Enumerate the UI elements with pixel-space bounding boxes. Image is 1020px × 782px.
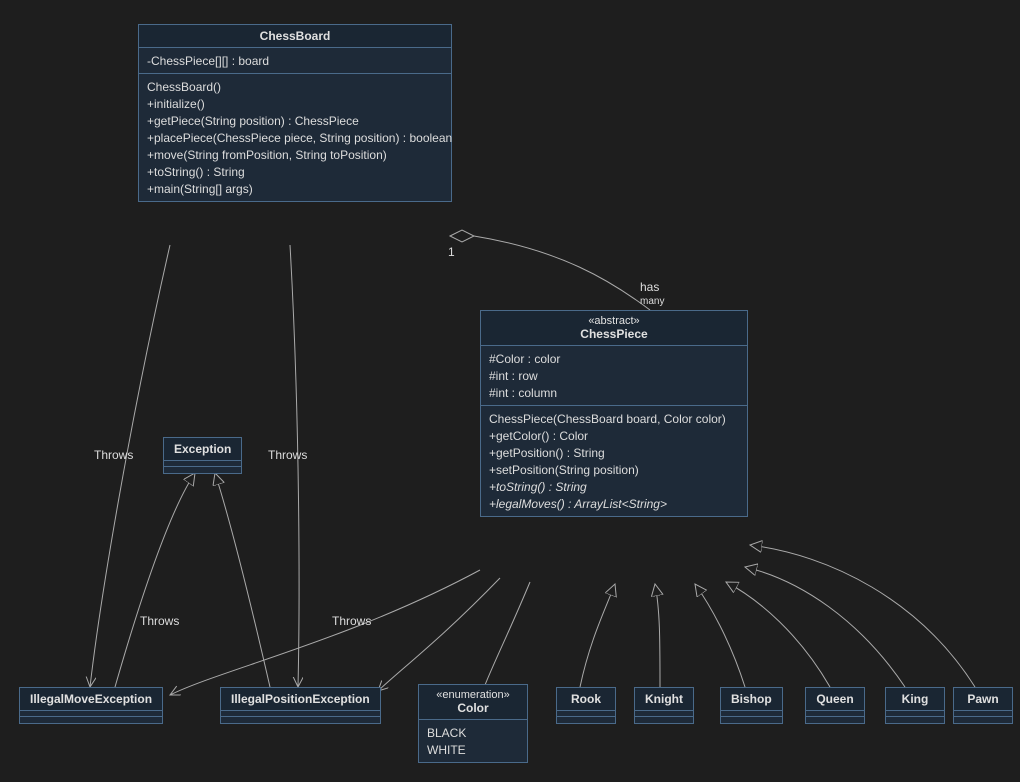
class-exception: Exception <box>163 437 242 474</box>
class-name: IllegalPositionException <box>231 692 370 706</box>
method: +getPosition() : String <box>489 444 739 461</box>
class-name: ChessPiece <box>489 327 739 341</box>
class-pawn: Pawn <box>953 687 1013 724</box>
abstract-method: +toString() : String <box>489 478 739 495</box>
abstract-method: +legalMoves() : ArrayList<String> <box>489 495 739 512</box>
class-bishop: Bishop <box>720 687 783 724</box>
class-name: Color <box>427 701 519 715</box>
throws-label-2: Throws <box>268 448 307 462</box>
stereotype: «enumeration» <box>427 689 519 701</box>
enum-color: «enumeration» Color BLACK WHITE <box>418 684 528 763</box>
method: +setPosition(String position) <box>489 461 739 478</box>
enum-value: WHITE <box>427 741 519 758</box>
class-name: Knight <box>645 692 683 706</box>
class-king: King <box>885 687 945 724</box>
throws-label-1: Throws <box>94 448 133 462</box>
class-illegal-position-exception: IllegalPositionException <box>220 687 381 724</box>
stereotype: «abstract» <box>489 315 739 327</box>
throws-label-3: Throws <box>140 614 179 628</box>
class-name: Rook <box>567 692 605 706</box>
field: #Color : color <box>489 350 739 367</box>
method: ChessPiece(ChessBoard board, Color color… <box>489 410 739 427</box>
method: +getPiece(String position) : ChessPiece <box>147 112 443 129</box>
rel-has: has <box>640 280 659 294</box>
method: +initialize() <box>147 95 443 112</box>
class-name: IllegalMoveException <box>30 692 152 706</box>
mult-many: many <box>640 296 664 307</box>
class-knight: Knight <box>634 687 694 724</box>
field: -ChessPiece[][] : board <box>147 52 443 69</box>
class-rook: Rook <box>556 687 616 724</box>
method: +move(String fromPosition, String toPosi… <box>147 146 443 163</box>
field: #int : column <box>489 384 739 401</box>
class-chessboard: ChessBoard -ChessPiece[][] : board Chess… <box>138 24 452 202</box>
method: +getColor() : Color <box>489 427 739 444</box>
class-queen: Queen <box>805 687 865 724</box>
class-name: King <box>896 692 934 706</box>
mult-one: 1 <box>448 245 455 259</box>
class-illegal-move-exception: IllegalMoveException <box>19 687 163 724</box>
method: ChessBoard() <box>147 78 443 95</box>
method: +toString() : String <box>147 163 443 180</box>
class-name: Bishop <box>731 692 772 706</box>
method: +placePiece(ChessPiece piece, String pos… <box>147 129 443 146</box>
method: +main(String[] args) <box>147 180 443 197</box>
class-name: ChessBoard <box>147 29 443 43</box>
class-name: Queen <box>816 692 854 706</box>
throws-label-4: Throws <box>332 614 371 628</box>
enum-value: BLACK <box>427 724 519 741</box>
class-name: Pawn <box>964 692 1002 706</box>
class-name: Exception <box>174 442 231 456</box>
field: #int : row <box>489 367 739 384</box>
class-chesspiece: «abstract» ChessPiece #Color : color #in… <box>480 310 748 517</box>
